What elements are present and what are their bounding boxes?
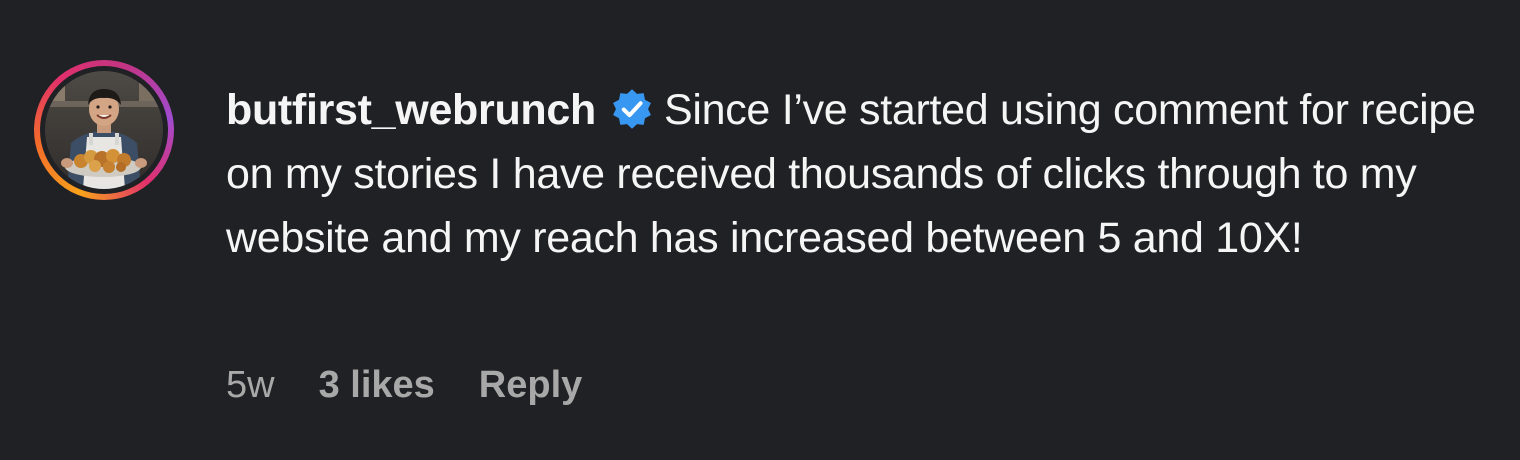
comment-meta: 5w 3 likes Reply (226, 360, 582, 410)
likes-count-link[interactable]: 3 likes (319, 364, 435, 407)
comment-body: butfirst_webrunch Since I’ve started usi… (226, 78, 1486, 270)
story-ring[interactable] (34, 60, 174, 200)
username-link[interactable]: butfirst_webrunch (226, 86, 596, 134)
avatar-gap (40, 66, 168, 194)
reply-button[interactable]: Reply (479, 364, 582, 407)
comment-item: butfirst_webrunch Since I’ve started usi… (0, 0, 1520, 460)
comment-timestamp[interactable]: 5w (226, 364, 275, 407)
verified-badge-icon (613, 89, 651, 129)
avatar[interactable] (45, 71, 163, 189)
